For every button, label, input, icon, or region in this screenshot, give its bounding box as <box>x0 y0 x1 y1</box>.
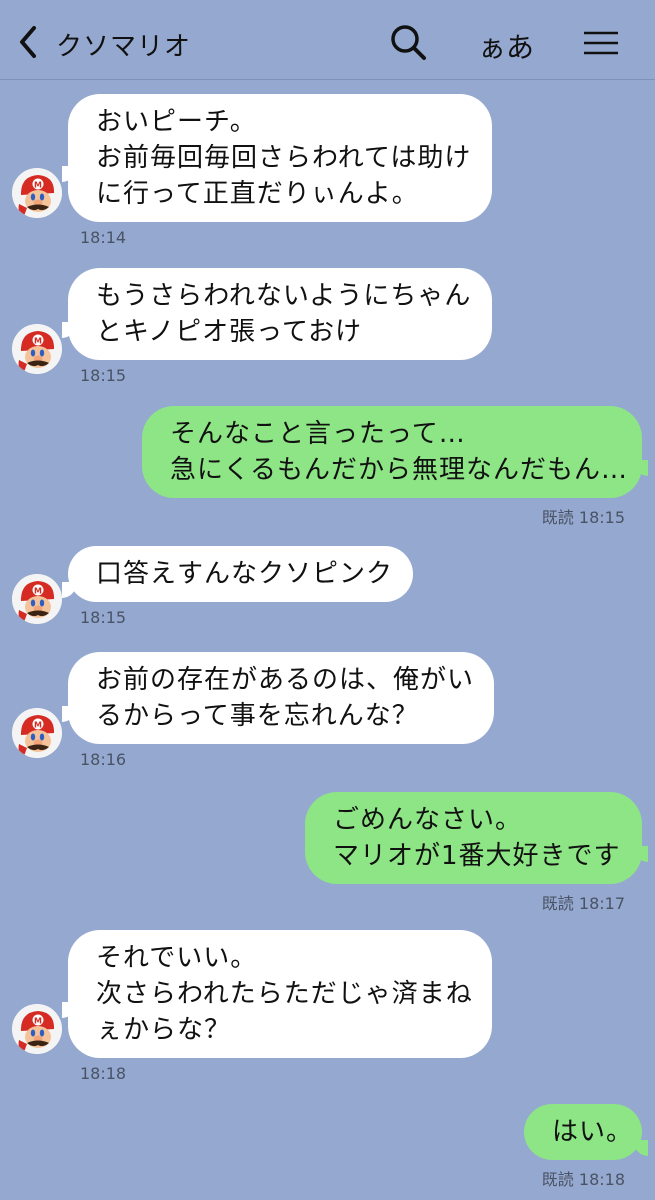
mario-avatar[interactable]: M <box>12 708 62 758</box>
message-text-line: はい。 <box>552 1117 634 1147</box>
message-text-line: おいピーチ。 <box>96 107 257 137</box>
menu-button[interactable] <box>582 30 620 56</box>
font-size-button[interactable]: ぁあ <box>478 26 534 66</box>
back-button[interactable] <box>14 22 44 62</box>
message-text-line: マリオが1番大好きです <box>333 841 621 871</box>
incoming-message-bubble[interactable]: それでいい。次さらわれたらただじゃ済まね ぇからな？ <box>68 930 492 1058</box>
read-label: 既読 <box>541 1170 574 1189</box>
bubble-tail <box>62 582 76 598</box>
message-time: 18:15 <box>80 608 127 627</box>
message-text-line: とキノピオ張っておけ <box>96 317 363 347</box>
message-text-line: 次さらわれたらただじゃ済まね <box>96 979 473 1009</box>
svg-text:M: M <box>34 721 42 730</box>
read-label: 既読 <box>541 894 574 913</box>
mario-avatar[interactable]: M <box>12 1004 62 1054</box>
message-text-line: 口答えすんなクソピンク <box>96 559 394 589</box>
bubble-tail <box>634 1140 648 1156</box>
mario-avatar[interactable]: M <box>12 324 62 374</box>
message-text-line: るからって事を忘れんな？ <box>96 701 419 731</box>
svg-text:M: M <box>34 1017 42 1026</box>
outgoing-message-bubble[interactable]: はい。 <box>524 1104 642 1160</box>
read-receipt-time: 既読 18:15 <box>542 504 625 528</box>
message-text-line: お前の存在があるのは、俺がい <box>96 665 475 695</box>
read-receipt-time: 既読 18:17 <box>542 890 625 914</box>
message-time: 18:18 <box>578 1170 625 1189</box>
message-time: 18:14 <box>80 228 127 247</box>
incoming-message-bubble[interactable]: お前の存在があるのは、俺がい るからって事を忘れんな？ <box>68 652 494 744</box>
message-time: 18:16 <box>80 750 127 769</box>
incoming-message-bubble[interactable]: 口答えすんなクソピンク <box>68 546 413 602</box>
message-text-line: 急にくるもんだから無理なんだもん… <box>170 455 628 485</box>
message-time: 18:18 <box>80 1064 127 1083</box>
read-receipt-time: 既読 18:18 <box>542 1166 625 1190</box>
outgoing-message-bubble[interactable]: ごめんなさい。マリオが1番大好きです <box>305 792 642 884</box>
message-text-line: もうさらわれないようにちゃん <box>96 281 472 311</box>
chevron-left-icon <box>20 26 36 58</box>
mario-avatar[interactable]: M <box>12 168 62 218</box>
read-label: 既読 <box>541 508 574 527</box>
message-time: 18:15 <box>578 508 625 527</box>
message-text-line: お前毎回毎回さらわれては助け <box>96 143 472 173</box>
mario-avatar[interactable]: M <box>12 574 62 624</box>
search-button[interactable] <box>388 22 428 62</box>
hamburger-menu-icon <box>584 31 618 55</box>
chat-header: クソマリオ ぁあ <box>0 0 655 80</box>
svg-text:M: M <box>34 337 42 346</box>
message-text-line: ぇからな？ <box>96 1015 232 1045</box>
message-text-line: それでいい。 <box>96 943 258 973</box>
outgoing-message-bubble[interactable]: そんなこと言ったって… 急にくるもんだから無理なんだもん… <box>142 406 642 498</box>
message-text-line: ごめんなさい。 <box>333 805 523 835</box>
message-text-line: そんなこと言ったって… <box>170 419 466 449</box>
message-text-line: に行って正直だりぃんよ。 <box>96 179 419 209</box>
svg-text:M: M <box>34 587 42 596</box>
message-time: 18:15 <box>80 366 127 385</box>
incoming-message-bubble[interactable]: もうさらわれないようにちゃん とキノピオ張っておけ <box>68 268 492 360</box>
chat-title: クソマリオ <box>56 32 192 62</box>
incoming-message-bubble[interactable]: おいピーチ。お前毎回毎回さらわれては助け に行って正直だりぃんよ。 <box>68 94 492 222</box>
message-time: 18:17 <box>578 894 625 913</box>
search-icon <box>391 25 426 60</box>
svg-text:M: M <box>34 181 42 190</box>
